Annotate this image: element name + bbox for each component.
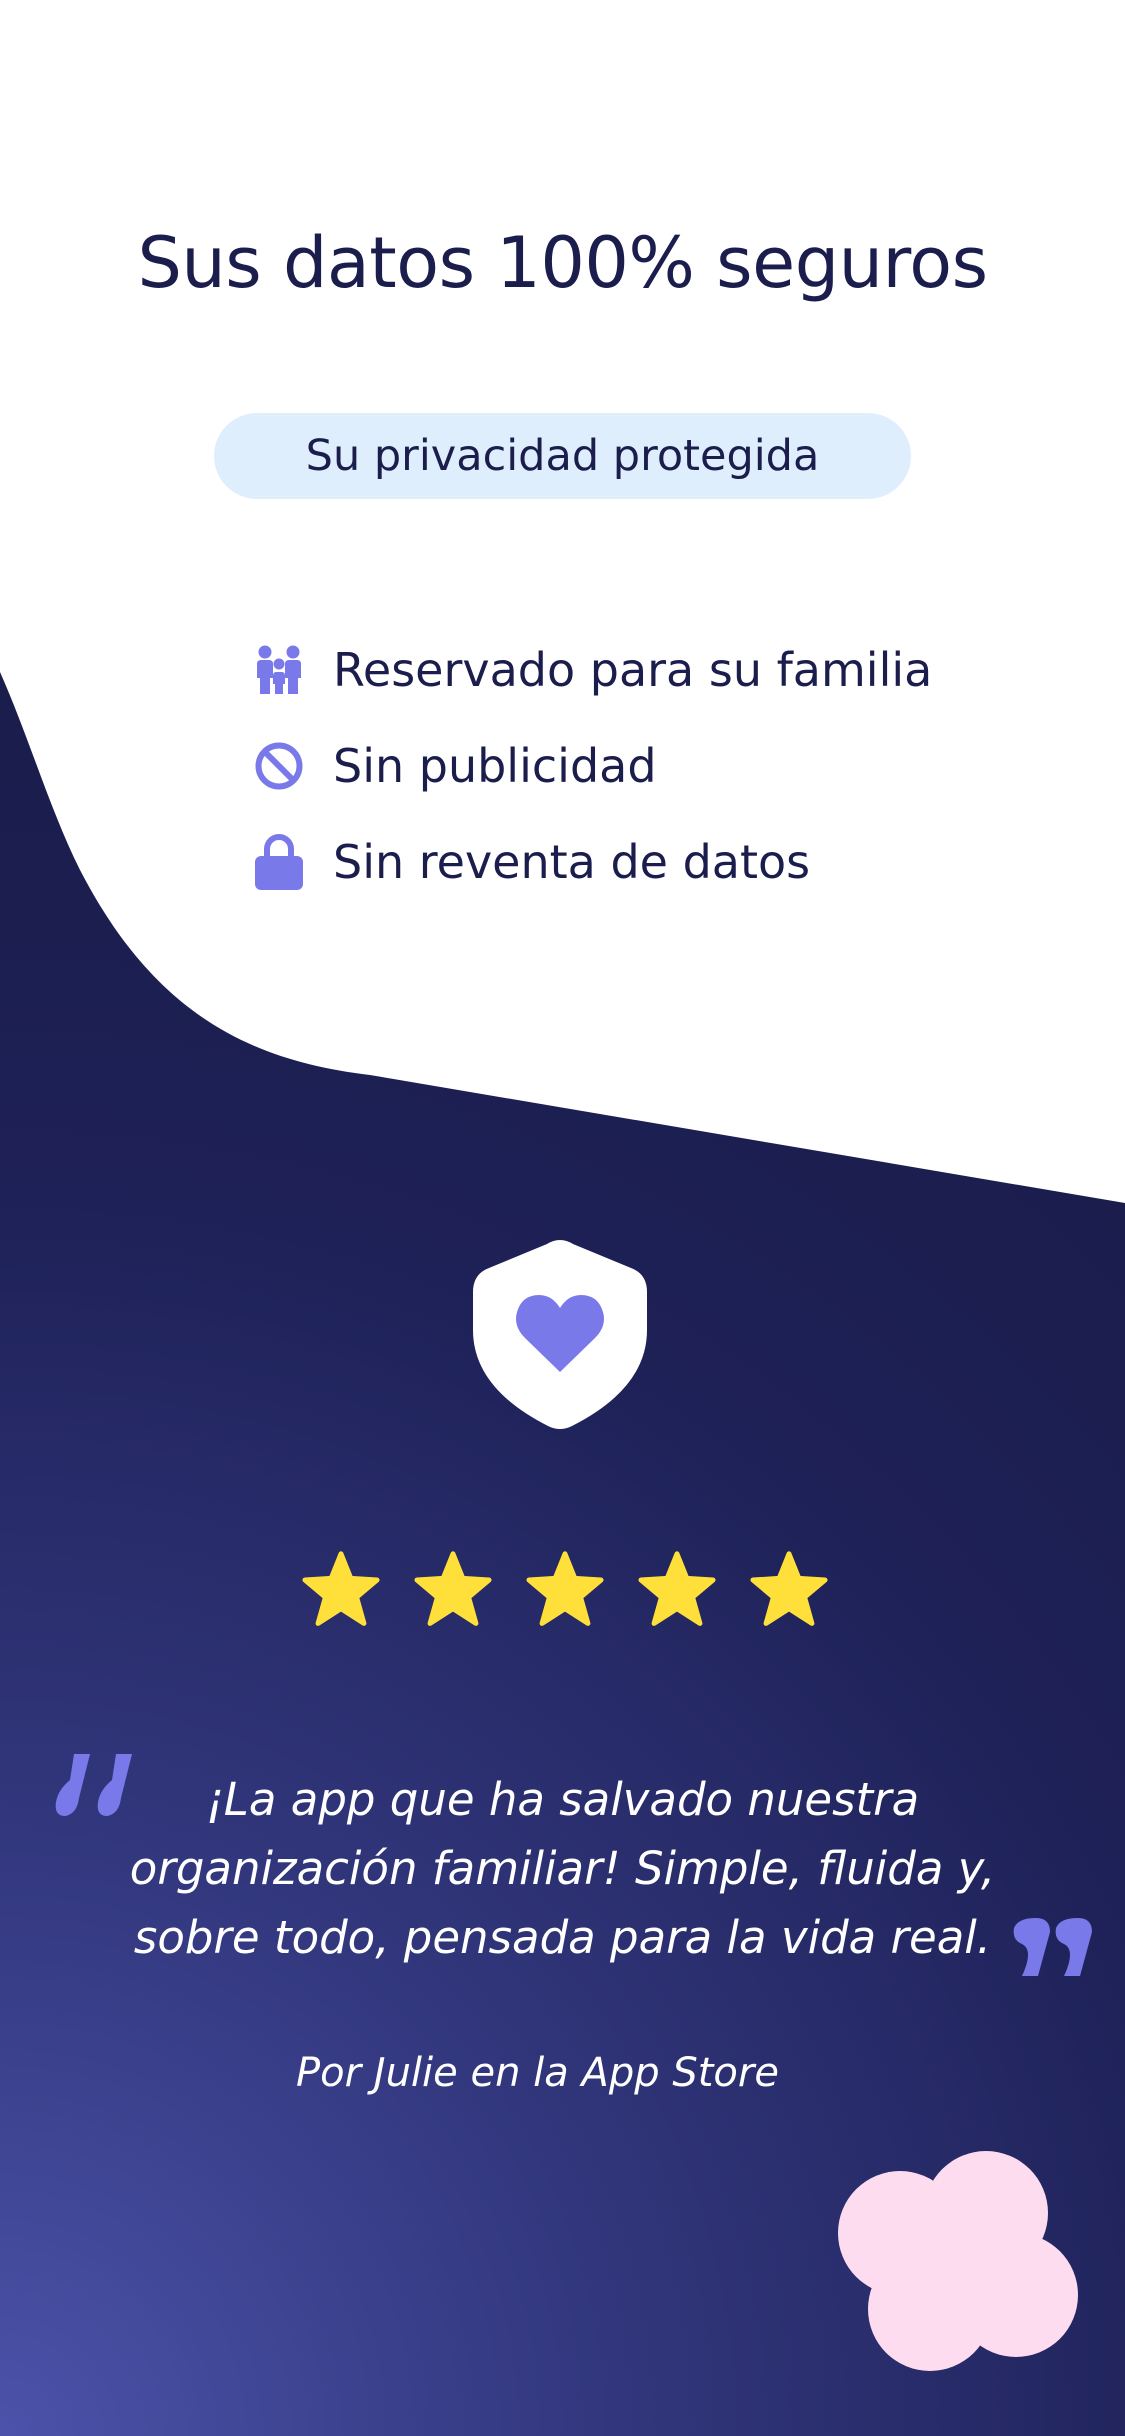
star-icon xyxy=(414,1551,492,1626)
page-title: Sus datos 100% seguros xyxy=(137,222,988,304)
feature-item-no-ads: Sin publicidad xyxy=(250,718,932,814)
testimonial-author: Por Julie en la App Store xyxy=(296,2050,779,2096)
testimonial-line: sobre todo, pensada para la vida real. xyxy=(133,1911,992,1964)
star-rating xyxy=(300,1548,830,1632)
star-icon xyxy=(750,1551,828,1626)
star-icon xyxy=(526,1551,604,1626)
feature-item-family: Reservado para su familia xyxy=(250,622,932,718)
feature-list: Reservado para su familia Sin publicidad… xyxy=(250,622,932,910)
no-ads-icon xyxy=(250,737,308,795)
privacy-badge: Su privacidad protegida xyxy=(214,413,911,499)
flower-blob-decoration xyxy=(838,2151,1078,2371)
family-icon xyxy=(250,641,308,699)
star-icon xyxy=(302,1551,380,1626)
privacy-badge-label: Su privacidad protegida xyxy=(305,431,820,481)
feature-label: Sin reventa de datos xyxy=(333,835,811,889)
feature-label: Reservado para su familia xyxy=(333,643,933,697)
testimonial-quote: ¡La app que ha salvado nuestra organizac… xyxy=(60,1765,1065,1972)
testimonial-line: organización familiar! Simple, fluida y, xyxy=(129,1842,996,1895)
feature-label: Sin publicidad xyxy=(333,739,657,793)
feature-item-no-resale: Sin reventa de datos xyxy=(250,814,932,910)
testimonial-line: ¡La app que ha salvado nuestra xyxy=(205,1773,920,1826)
close-quote-icon xyxy=(1013,1918,1092,1976)
lock-icon xyxy=(250,833,308,891)
shield-heart-icon xyxy=(473,1240,647,1429)
star-icon xyxy=(638,1551,716,1626)
screen: Sus datos 100% seguros Su privacidad pro… xyxy=(0,0,1125,2436)
